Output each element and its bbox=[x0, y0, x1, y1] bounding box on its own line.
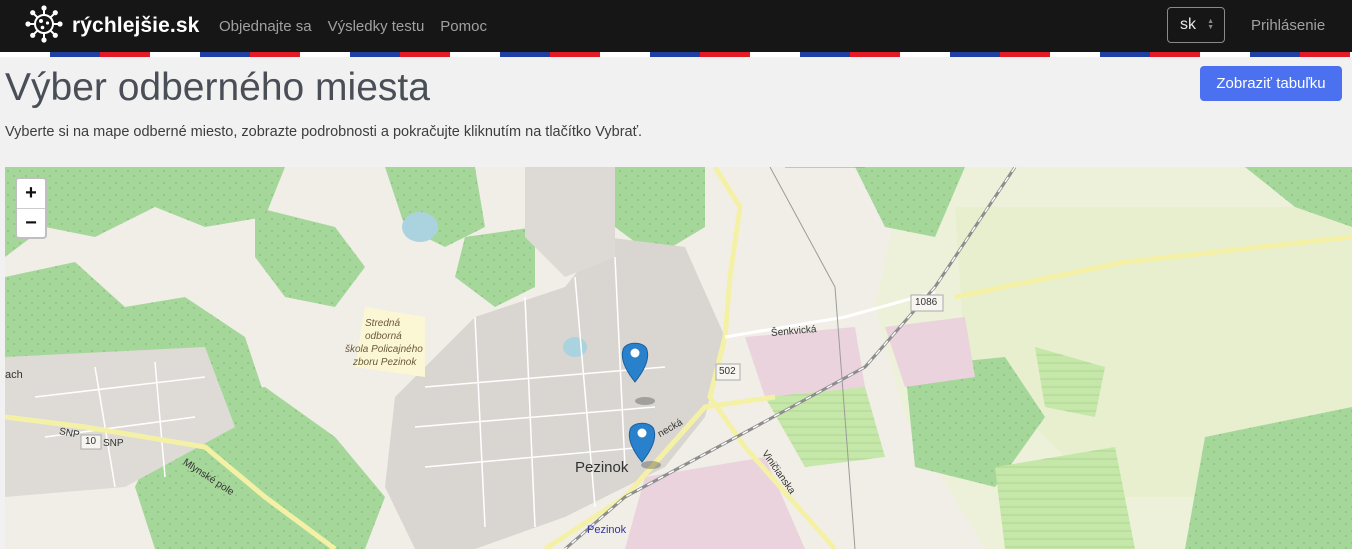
road-10-label: 10 bbox=[85, 436, 97, 447]
page-subtitle: Vyberte si na mape odberné miesto, zobra… bbox=[5, 124, 643, 140]
nav-help[interactable]: Pomoc bbox=[440, 18, 487, 35]
brand-name: rýchlejšie.sk bbox=[72, 14, 200, 37]
school-label-1: Stredná bbox=[365, 318, 401, 329]
left-edge-label: ach bbox=[5, 369, 23, 381]
zoom-out-button[interactable]: − bbox=[17, 209, 45, 238]
map-tiles bbox=[5, 167, 1352, 549]
nav-test-results[interactable]: Výsledky testu bbox=[328, 18, 425, 35]
map[interactable]: Pezinok Pezinok 1086 502 10 SNP SNP Mlyn… bbox=[5, 167, 1352, 549]
top-navbar: rýchlejšie.sk Objednajte sa Výsledky tes… bbox=[0, 0, 1352, 52]
school-label-2: odborná bbox=[365, 331, 402, 342]
login-link[interactable]: Prihlásenie bbox=[1251, 17, 1325, 34]
show-table-button[interactable]: Zobraziť tabuľku bbox=[1200, 66, 1342, 101]
zoom-control: + − bbox=[15, 177, 47, 239]
virus-icon bbox=[24, 4, 64, 49]
road-1086-label: 1086 bbox=[915, 297, 938, 308]
page-title: Výber odberného miesta bbox=[5, 66, 430, 109]
zoom-in-button[interactable]: + bbox=[17, 179, 45, 209]
nav-order[interactable]: Objednajte sa bbox=[219, 18, 312, 35]
town-label: Pezinok bbox=[575, 459, 629, 476]
station-label: Pezinok bbox=[587, 524, 627, 536]
select-arrows-icon: ▲ ▼ bbox=[1207, 18, 1214, 31]
school-label-3: škola Policajného bbox=[345, 344, 423, 355]
main-nav: Objednajte sa Výsledky testu Pomoc bbox=[219, 0, 487, 52]
street-snp-right: SNP bbox=[103, 438, 124, 449]
school-label-4: zboru Pezinok bbox=[353, 357, 417, 368]
brand[interactable]: rýchlejšie.sk bbox=[24, 4, 200, 49]
flag-stripe bbox=[0, 52, 1352, 57]
language-value: sk bbox=[1180, 16, 1196, 33]
road-502-label: 502 bbox=[719, 366, 736, 377]
language-select[interactable]: sk ▲ ▼ bbox=[1167, 7, 1225, 43]
